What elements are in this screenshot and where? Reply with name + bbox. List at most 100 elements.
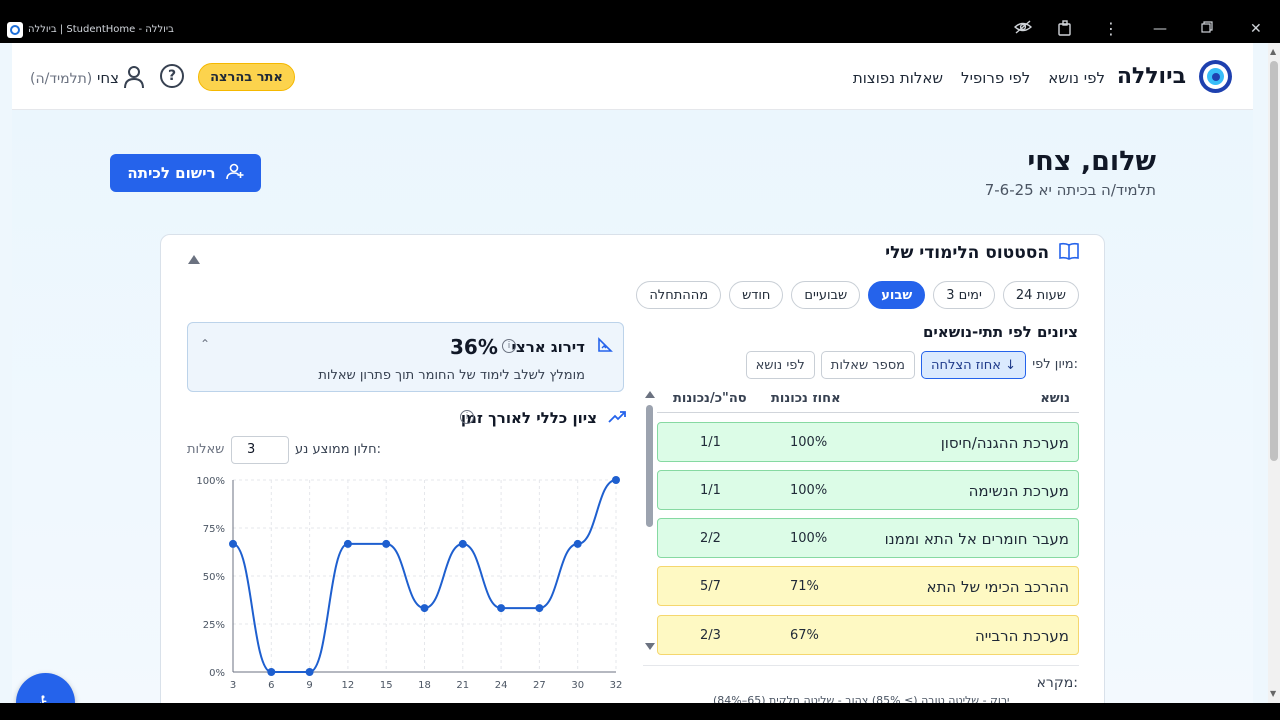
y-tick-label: 0% xyxy=(209,668,225,679)
window-size-input[interactable]: 3 xyxy=(231,436,289,464)
demo-badge-button[interactable]: אתר בהרצה xyxy=(198,63,295,91)
book-icon xyxy=(1059,242,1079,264)
x-tick-label: 15 xyxy=(380,680,393,691)
topic-count: 1/1 xyxy=(700,435,721,450)
y-tick-label: 25% xyxy=(203,620,225,631)
topic-name: מערכת הנשימה xyxy=(968,482,1069,500)
favicon-icon xyxy=(7,22,23,38)
help-icon[interactable]: ? xyxy=(160,64,184,88)
x-tick-label: 24 xyxy=(495,680,508,691)
user-name-label[interactable]: צחי (תלמיד/ה) xyxy=(30,69,119,87)
topic-pct: 67% xyxy=(790,628,819,643)
range-tab-24h[interactable]: 24 שעות xyxy=(1002,281,1079,309)
page-viewport: ביוללה לפי נושא לפי פרופיל שאלות נפוצות … xyxy=(0,43,1268,703)
info-icon[interactable]: i xyxy=(502,339,516,353)
topic-row[interactable]: מעבר חומרים אל התא וממנו 100% 2/2 xyxy=(657,518,1079,558)
sort-by-count-button[interactable]: מספר שאלות xyxy=(820,351,916,379)
page-scroll-up-icon[interactable]: ▲ xyxy=(1270,47,1276,56)
extensions-icon[interactable] xyxy=(1057,20,1073,40)
add-user-icon xyxy=(225,162,244,184)
collapse-triangle-icon[interactable] xyxy=(188,255,200,264)
chart-area-icon xyxy=(597,337,613,357)
x-tick-label: 21 xyxy=(456,680,469,691)
recommendation-text: מומלץ לשלב לימוד של החומר תוך פתרון שאלו… xyxy=(318,368,585,383)
national-grade-label: דירוג ארצי xyxy=(511,338,586,356)
topic-name: ההרכב הכימי של התא xyxy=(926,578,1069,596)
site-header: ביוללה לפי נושא לפי פרופיל שאלות נפוצות … xyxy=(12,43,1253,110)
x-tick-label: 3 xyxy=(230,680,236,691)
logo-text[interactable]: ביוללה xyxy=(1117,64,1186,89)
legend-divider xyxy=(643,665,1079,666)
x-tick-label: 6 xyxy=(268,680,274,691)
data-point xyxy=(573,539,582,548)
page-scroll-down-icon[interactable]: ▼ xyxy=(1270,689,1276,698)
user-icon[interactable] xyxy=(123,65,145,93)
data-point xyxy=(305,668,314,676)
topic-count: 2/2 xyxy=(700,531,721,546)
data-point xyxy=(267,668,276,676)
data-point xyxy=(382,539,391,548)
range-tab-month[interactable]: חודש xyxy=(729,281,784,309)
col-pct: אחוז נכונות xyxy=(771,391,841,406)
target-logo-icon[interactable] xyxy=(1199,60,1232,93)
topic-count: 5/7 xyxy=(700,579,721,594)
topic-pct: 100% xyxy=(790,483,828,498)
close-window-icon[interactable]: ✕ xyxy=(1250,20,1262,38)
col-topic: נושא xyxy=(1040,391,1070,406)
range-tab-week[interactable]: שבוע xyxy=(868,281,926,309)
topic-row[interactable]: מערכת ההגנה/חיסון 100% 1/1 xyxy=(657,422,1079,462)
y-tick-label: 75% xyxy=(203,524,225,535)
topic-name: מערכת הרבייה xyxy=(974,627,1069,645)
data-point xyxy=(343,539,352,548)
sort-by-success-button[interactable]: אחוז הצלחה ↓ xyxy=(921,351,1026,379)
sort-label: מיון לפי: xyxy=(1032,357,1078,372)
card-title: הסטטוס הלימודי שלי xyxy=(885,243,1049,263)
scroll-up-icon[interactable] xyxy=(645,391,655,398)
restore-icon[interactable] xyxy=(1201,20,1213,38)
menu-dots-icon[interactable]: ⋮ xyxy=(1103,20,1119,38)
scroll-down-icon[interactable] xyxy=(645,643,655,650)
info-icon[interactable]: i xyxy=(460,410,474,424)
col-count: סה"כ/נכונות xyxy=(673,391,747,406)
user-name: צחי xyxy=(97,69,120,87)
sort-by-topic-button[interactable]: לפי נושא xyxy=(745,351,815,379)
y-tick-label: 100% xyxy=(196,476,225,487)
eye-off-icon[interactable] xyxy=(1013,20,1033,38)
legend-text: ירוק - שליטה טובה (≥ 85%) צהוב - שליטה ח… xyxy=(713,694,1010,703)
topic-row[interactable]: מערכת הנשימה 100% 1/1 xyxy=(657,470,1079,510)
browser-tab-title: ביוללה | StudentHome - ביוללה xyxy=(28,24,174,35)
nav-by-profile[interactable]: לפי פרופיל xyxy=(961,69,1030,87)
x-tick-label: 27 xyxy=(533,680,546,691)
greeting-title: שלום, צחי xyxy=(1027,146,1156,177)
data-point xyxy=(229,539,237,548)
legend-title: מקרא: xyxy=(1036,675,1078,691)
national-grade-value: 36% xyxy=(450,335,498,359)
range-tab-all[interactable]: מההתחלה xyxy=(636,281,722,309)
page-scroll-thumb[interactable] xyxy=(1270,61,1278,461)
window-label: חלון ממוצע נע: xyxy=(295,442,382,457)
y-tick-label: 50% xyxy=(203,572,225,583)
enroll-class-button[interactable]: רישום לכיתה xyxy=(110,154,261,192)
window-bottom-edge xyxy=(0,703,1280,720)
range-tab-2w[interactable]: שבועיים xyxy=(791,281,861,309)
minimize-icon[interactable]: — xyxy=(1153,20,1167,38)
time-range-tabs: 24 שעות 3 ימים שבוע שבועיים חודש מההתחלה xyxy=(636,281,1079,309)
data-point xyxy=(497,604,506,613)
enroll-class-label: רישום לכיתה xyxy=(127,164,216,182)
x-tick-label: 9 xyxy=(306,680,312,691)
national-grade-box[interactable]: דירוג ארצי i 36% ⌃ מומלץ לשלב לימוד של ה… xyxy=(187,322,624,392)
topics-scrollbar[interactable] xyxy=(645,391,655,650)
nav-by-topic[interactable]: לפי נושא xyxy=(1048,69,1105,87)
nav-faq[interactable]: שאלות נפוצות xyxy=(853,69,943,87)
topic-row[interactable]: ההרכב הכימי של התא 71% 5/7 xyxy=(657,566,1079,606)
topic-row[interactable]: מערכת הרבייה 67% 2/3 xyxy=(657,615,1079,655)
data-point xyxy=(458,539,467,548)
data-point xyxy=(612,476,620,484)
user-role: (תלמיד/ה) xyxy=(30,71,93,87)
page-scrollbar[interactable]: ▲ ▼ xyxy=(1268,43,1280,703)
topic-name: מעבר חומרים אל התא וממנו xyxy=(884,530,1069,548)
data-point xyxy=(420,604,429,613)
range-tab-3d[interactable]: 3 ימים xyxy=(933,281,995,309)
chevron-up-icon[interactable]: ⌃ xyxy=(200,337,210,351)
scroll-thumb[interactable] xyxy=(646,405,653,527)
